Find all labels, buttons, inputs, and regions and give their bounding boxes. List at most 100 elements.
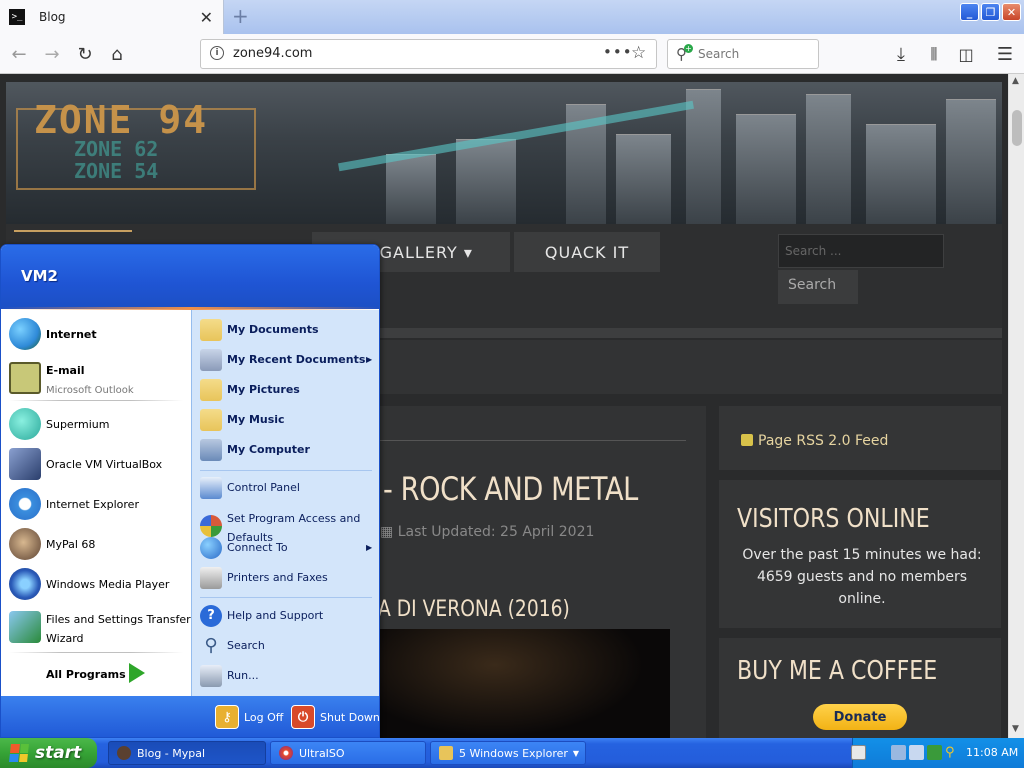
start-item-mypal[interactable]: MyPal 68 xyxy=(9,528,95,560)
start-item-my-music[interactable]: My Music xyxy=(200,409,285,431)
recent-documents-icon xyxy=(200,349,222,371)
folder-icon xyxy=(439,746,453,760)
start-item-transfer-wizard[interactable]: Files and Settings Transfer Wizard xyxy=(9,608,191,646)
rss-icon xyxy=(741,434,753,446)
virtualbox-icon xyxy=(9,448,41,480)
music-folder-icon xyxy=(200,409,222,431)
close-window-button[interactable]: ✕ xyxy=(1002,3,1021,21)
coffee-title: BUY ME A COFFEE xyxy=(737,656,938,686)
site-banner[interactable]: ZONE 94 ZONE 62 ZONE 54 xyxy=(6,82,1002,224)
forward-arrow-icon[interactable]: → xyxy=(41,43,63,65)
search-tray-icon[interactable]: ⚲ xyxy=(945,745,960,760)
network-icon[interactable] xyxy=(891,745,906,760)
system-tray: ⚲ 11:08 AM xyxy=(851,738,1024,768)
task-windows-explorer[interactable]: 5 Windows Explorer ▼ xyxy=(430,741,586,765)
search-icon: ⚲ xyxy=(204,635,218,656)
start-menu-header: VM2 xyxy=(1,245,379,309)
scroll-up-icon[interactable]: ▲ xyxy=(1012,76,1019,86)
task-blog-mypal[interactable]: Blog - Mypal xyxy=(108,741,266,765)
start-item-internet[interactable]: Internet xyxy=(9,318,97,350)
windows-flag-icon xyxy=(9,744,29,762)
visitors-box: VISITORS ONLINE Over the past 15 minutes… xyxy=(719,480,1001,628)
url-text[interactable]: zone94.com xyxy=(233,46,312,61)
browser-search-input[interactable]: ⚲ + Search xyxy=(667,39,819,69)
back-arrow-icon[interactable]: ← xyxy=(8,43,30,65)
computer-icon xyxy=(200,439,222,461)
search-placeholder: Search xyxy=(698,47,740,61)
internet-explorer-icon xyxy=(9,488,41,520)
scroll-down-icon[interactable]: ▼ xyxy=(1012,724,1019,734)
green-arrow-icon[interactable] xyxy=(129,663,145,683)
pictures-folder-icon xyxy=(200,379,222,401)
task-ultraiso[interactable]: UltraISO xyxy=(270,741,426,765)
log-off-button[interactable]: ⚷ Log Off xyxy=(215,705,283,729)
start-item-my-pictures[interactable]: My Pictures xyxy=(200,379,300,401)
desktop-screen: >_ Blog ✕ + _ ❐ ✕ ← → ↻ ⌂ i zone94.com •… xyxy=(0,0,1024,768)
start-item-my-documents[interactable]: My Documents xyxy=(200,319,319,341)
start-item-printers[interactable]: Printers and Faxes xyxy=(200,567,328,589)
keyboard-icon[interactable] xyxy=(851,745,866,760)
bookmark-star-icon[interactable]: ☆ xyxy=(631,43,646,63)
article-subtitle[interactable]: A DI VERONA (2016) xyxy=(378,597,570,622)
user-name: VM2 xyxy=(21,267,58,285)
control-panel-icon xyxy=(200,477,222,499)
home-icon[interactable]: ⌂ xyxy=(106,43,128,65)
site-info-icon[interactable]: i xyxy=(210,46,224,60)
donate-button[interactable]: Donate xyxy=(813,704,907,730)
browser-tab-blog[interactable]: >_ Blog ✕ xyxy=(0,0,224,34)
start-item-control-panel[interactable]: Control Panel xyxy=(200,477,300,499)
sidebar-icon[interactable]: ◫ xyxy=(955,43,977,65)
start-item-recent-documents[interactable]: My Recent Documents xyxy=(200,349,365,371)
start-item-email[interactable]: E-mail Microsoft Outlook xyxy=(9,359,134,397)
start-item-supermium[interactable]: Supermium xyxy=(9,408,110,440)
rss-link[interactable]: Page RSS 2.0 Feed xyxy=(741,430,888,449)
clock[interactable]: 11:08 AM xyxy=(966,746,1018,759)
supermium-icon xyxy=(9,408,41,440)
start-item-run[interactable]: Run... xyxy=(200,665,259,687)
start-menu: VM2 Internet E-mail Microsoft Outlook Sup… xyxy=(0,244,380,738)
url-bar[interactable]: i zone94.com ••• ☆ xyxy=(200,39,657,69)
printer-icon xyxy=(200,567,222,589)
rss-box: Page RSS 2.0 Feed xyxy=(719,406,1001,470)
display-icon[interactable] xyxy=(909,745,924,760)
menu-quack-it[interactable]: QUACK IT xyxy=(514,232,660,272)
page-actions-icon[interactable]: ••• xyxy=(603,43,633,61)
start-item-search[interactable]: ⚲ Search xyxy=(200,635,264,657)
minimize-button[interactable]: _ xyxy=(960,3,979,21)
browser-toolbar: ← → ↻ ⌂ i zone94.com ••• ☆ ⚲ + Search ⤓ … xyxy=(0,34,1024,74)
article-title[interactable]: - ROCK AND METAL xyxy=(383,470,638,508)
scroll-thumb[interactable] xyxy=(1012,110,1022,146)
mypal-icon xyxy=(9,528,41,560)
help-icon: ? xyxy=(200,605,222,627)
start-item-virtualbox[interactable]: Oracle VM VirtualBox xyxy=(9,448,162,480)
browser-tab-strip: >_ Blog ✕ + _ ❐ ✕ xyxy=(0,0,1024,34)
all-programs-button[interactable]: All Programs xyxy=(46,668,126,681)
start-item-connect-to[interactable]: Connect To xyxy=(200,537,288,559)
downloads-icon[interactable]: ⤓ xyxy=(890,43,912,65)
site-search-button[interactable]: Search xyxy=(778,270,858,304)
calendar-icon: ▦ xyxy=(380,524,398,540)
shut-down-button[interactable]: ⏻ Shut Down xyxy=(291,705,379,729)
close-tab-icon[interactable]: ✕ xyxy=(200,8,213,27)
site-logo-sub: ZONE 62 ZONE 54 xyxy=(74,137,159,183)
add-search-engine-icon: + xyxy=(684,44,693,53)
folder-icon xyxy=(200,319,222,341)
page-scrollbar[interactable]: ▲ ▼ xyxy=(1008,74,1024,738)
reload-icon[interactable]: ↻ xyxy=(74,43,96,65)
ultraiso-icon xyxy=(279,746,293,760)
menu-hamburger-icon[interactable]: ☰ xyxy=(994,43,1016,65)
start-menu-places: My Documents My Recent Documents ▶ My Pi… xyxy=(191,310,379,696)
start-item-internet-explorer[interactable]: Internet Explorer xyxy=(9,488,139,520)
security-icon[interactable] xyxy=(927,745,942,760)
new-tab-button[interactable]: + xyxy=(232,4,249,28)
start-item-media-player[interactable]: Windows Media Player xyxy=(9,568,169,600)
library-icon[interactable]: ⫼ xyxy=(923,43,945,65)
start-item-my-computer[interactable]: My Computer xyxy=(200,439,310,461)
restore-button[interactable]: ❐ xyxy=(981,3,1000,21)
start-button[interactable]: start xyxy=(0,738,97,768)
start-item-help[interactable]: ? Help and Support xyxy=(200,605,323,627)
outlook-icon xyxy=(9,362,41,394)
visitors-title: VISITORS ONLINE xyxy=(737,504,930,534)
site-search-input[interactable]: Search ... xyxy=(778,234,944,268)
network-globe-icon xyxy=(200,537,222,559)
